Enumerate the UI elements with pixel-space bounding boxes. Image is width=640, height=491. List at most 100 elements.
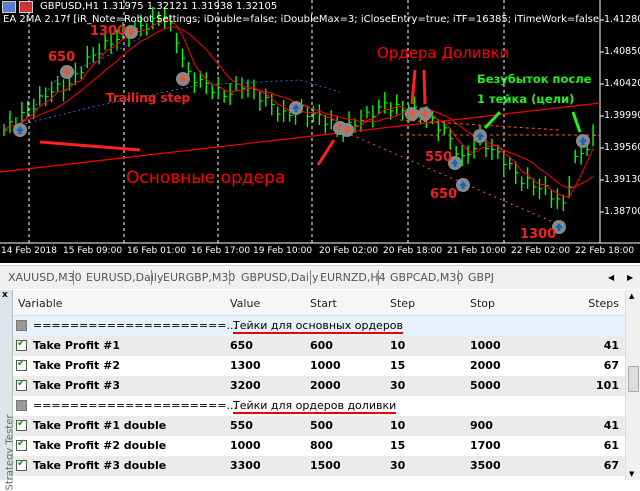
breakeven-label-1: Безубыток после <box>477 72 592 86</box>
tab-gbpcad-m30[interactable]: GBPCAD,M30 <box>390 271 463 284</box>
section-label: Тейки для основных ордеров <box>233 319 404 334</box>
col-start[interactable]: Start <box>310 297 337 310</box>
stop-cell[interactable]: 900 <box>470 419 493 432</box>
price-axis-label: 1.40850 <box>604 46 640 57</box>
steps-cell: 41 <box>603 339 619 352</box>
col-value[interactable]: Value <box>230 297 260 310</box>
tab-eurgbp-m30[interactable]: EURGBP,M30 <box>163 271 235 284</box>
chart-tabs: XAUUSD,M30 EURUSD,Daily EURGBP,M30 GBPUS… <box>0 265 640 289</box>
arrow-breakeven <box>571 111 582 133</box>
row-checkbox[interactable] <box>16 400 27 411</box>
stop-cell[interactable]: 2000 <box>470 359 501 372</box>
time-axis-label: 14 Feb 2018 <box>1 246 58 256</box>
variable-name: Take Profit #3 double <box>33 459 167 472</box>
separator-row[interactable]: =====================... Тейки для ордер… <box>13 396 625 416</box>
value-cell[interactable]: 3200 <box>230 379 261 392</box>
time-axis-label: 19 Feb 10:00 <box>253 246 313 256</box>
table-row[interactable]: Take Profit #3 3200 2000 30 5000 101 <box>13 376 625 396</box>
time-axis-label: 16 Feb 01:00 <box>127 246 187 256</box>
start-cell[interactable]: 1500 <box>310 459 341 472</box>
col-steps[interactable]: Steps <box>588 297 619 310</box>
scroll-thumb[interactable] <box>628 366 639 392</box>
tp-650-label: 650 <box>48 50 76 65</box>
trailing-line-1 <box>19 37 141 126</box>
arrow-double <box>422 69 427 105</box>
step-cell[interactable]: 10 <box>390 419 405 432</box>
step-cell[interactable]: 15 <box>390 359 405 372</box>
tab-gbpusd-daily[interactable]: GBPUSD,Daily <box>241 271 319 284</box>
time-axis-label: 22 Feb 02:00 <box>511 246 571 256</box>
col-variable[interactable]: Variable <box>18 297 63 310</box>
value-cell[interactable]: 1000 <box>230 439 261 452</box>
time-axis-label: 21 Feb 10:00 <box>447 246 507 256</box>
stop-cell[interactable]: 1000 <box>470 339 501 352</box>
start-cell[interactable]: 1000 <box>310 359 341 372</box>
table-scrollbar[interactable]: ▲ ▼ <box>625 290 640 480</box>
variable-name: Take Profit #3 <box>33 379 120 392</box>
row-checkbox[interactable] <box>16 418 27 431</box>
start-cell[interactable]: 600 <box>310 339 333 352</box>
price-chart[interactable]: GBPUSD,H1 1.31975 1.32121 1.31938 1.3210… <box>0 0 640 263</box>
trailing-step-label: Trailing step <box>106 91 191 105</box>
scroll-down-icon[interactable]: ▼ <box>629 470 634 478</box>
tab-gbpj[interactable]: GBPJ <box>468 271 494 284</box>
chart-properties-icon <box>2 1 16 13</box>
start-cell[interactable]: 800 <box>310 439 333 452</box>
time-axis-label: 20 Feb 02:00 <box>319 246 379 256</box>
step-cell[interactable]: 30 <box>390 379 405 392</box>
price-axis-label: 1.39560 <box>604 142 640 153</box>
row-checkbox[interactable] <box>16 338 27 351</box>
stop-cell[interactable]: 3500 <box>470 459 501 472</box>
stop-cell[interactable]: 1700 <box>470 439 501 452</box>
stop-cell[interactable]: 5000 <box>470 379 501 392</box>
price-axis-label: 1.40420 <box>604 78 640 89</box>
start-cell[interactable]: 500 <box>310 419 333 432</box>
table-row[interactable]: Take Profit #1 double 550 500 10 900 41 <box>13 416 625 436</box>
start-cell[interactable]: 2000 <box>310 379 341 392</box>
arrow-main-2 <box>316 139 336 166</box>
row-checkbox[interactable] <box>16 358 27 371</box>
table-row[interactable]: Take Profit #3 double 3300 1500 30 3500 … <box>13 456 625 476</box>
step-cell[interactable]: 30 <box>390 459 405 472</box>
step-cell[interactable]: 15 <box>390 439 405 452</box>
steps-cell: 67 <box>603 359 619 372</box>
table-row[interactable]: Take Profit #1 650 600 10 1000 41 <box>13 336 625 356</box>
tabs-scroll-left-icon[interactable]: ◀ <box>608 273 614 282</box>
table-row[interactable]: Take Profit #2 1300 1000 15 2000 67 <box>13 356 625 376</box>
variable-name: Take Profit #1 double <box>33 419 167 432</box>
double-orders-label: Ордера Доливки <box>377 44 510 62</box>
close-icon[interactable]: x <box>2 290 8 300</box>
time-axis-label: 22 Feb 18:00 <box>575 246 635 256</box>
tab-xauusd-m30[interactable]: XAUUSD,M30 <box>8 271 82 284</box>
row-checkbox[interactable] <box>16 438 27 451</box>
scroll-up-icon[interactable]: ▲ <box>629 292 634 300</box>
tabs-scroll-right-icon[interactable]: ▶ <box>627 273 633 282</box>
breakeven-label-2: 1 тейка (цели) <box>477 92 575 106</box>
value-cell[interactable]: 3300 <box>230 459 261 472</box>
table-row[interactable]: Take Profit #2 double 1000 800 15 1700 6… <box>13 436 625 456</box>
value-cell[interactable]: 1300 <box>230 359 261 372</box>
tab-eurnzd-h4[interactable]: EURNZD,H4 <box>320 271 386 284</box>
value-cell[interactable]: 650 <box>230 339 253 352</box>
row-checkbox[interactable] <box>16 378 27 391</box>
double-650-label: 650 <box>430 187 458 202</box>
separator-text: =====================... <box>33 399 238 412</box>
separator-text: =====================... <box>33 319 238 332</box>
separator-row[interactable]: =====================... Тейки для основ… <box>13 316 625 336</box>
double-550-label: 550 <box>425 150 453 165</box>
steps-cell: 41 <box>603 419 619 432</box>
step-cell[interactable]: 10 <box>390 339 405 352</box>
row-checkbox[interactable] <box>16 320 27 331</box>
symbol-info: GBPUSD,H1 1.31975 1.32121 1.31938 1.3210… <box>40 1 278 12</box>
row-checkbox[interactable] <box>16 458 27 471</box>
variable-name: Take Profit #1 <box>33 339 120 352</box>
col-stop[interactable]: Stop <box>470 297 495 310</box>
inputs-table: Variable Value Start Step Stop Steps ===… <box>13 290 625 480</box>
terminal-side-strip: x Strategy Tester <box>0 290 16 491</box>
price-axis-label: 1.39990 <box>604 110 640 121</box>
col-step[interactable]: Step <box>390 297 415 310</box>
price-axis-label: 1.41280 <box>604 14 640 25</box>
expert-icon <box>19 1 33 13</box>
chart-canvas[interactable] <box>0 0 640 263</box>
value-cell[interactable]: 550 <box>230 419 253 432</box>
